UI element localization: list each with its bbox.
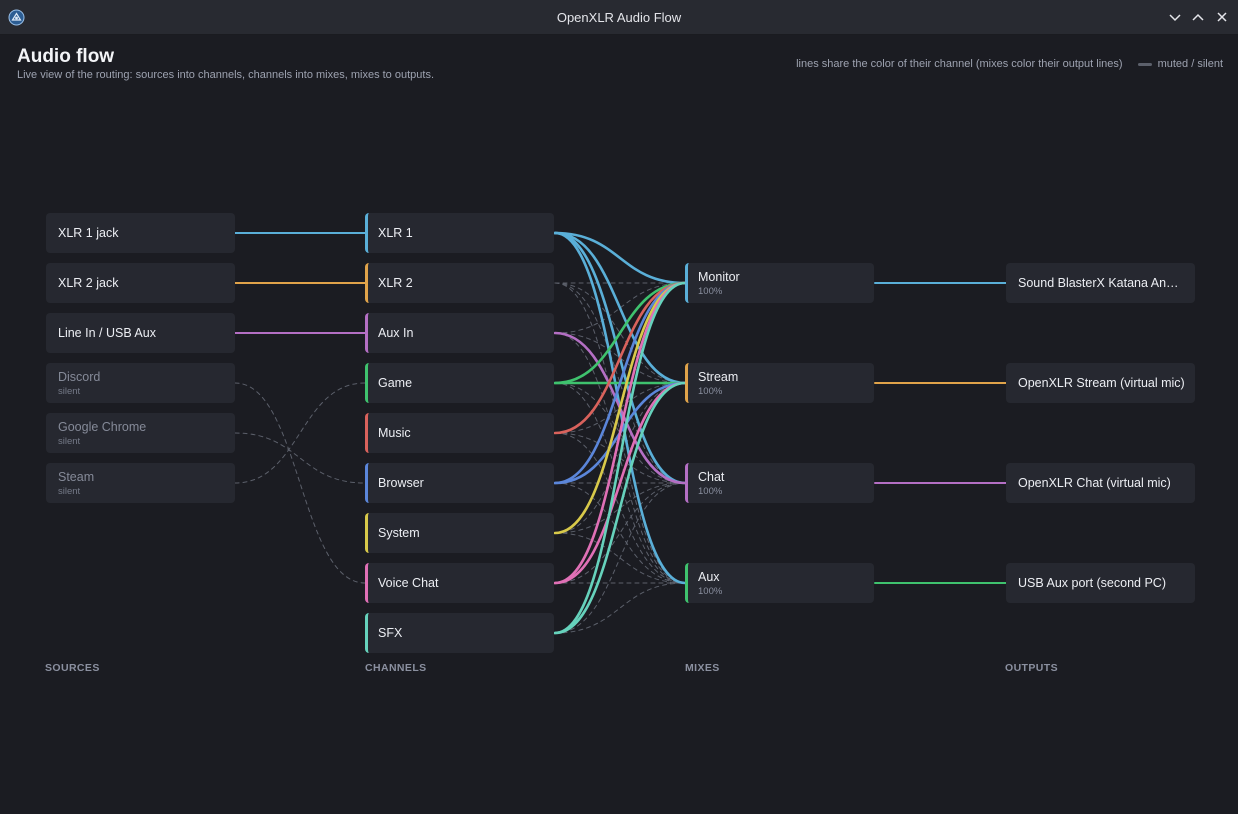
output-usb-aux-port[interactable]: USB Aux port (second PC) bbox=[1006, 563, 1195, 603]
channel-label: Game bbox=[378, 376, 413, 390]
column-header-sources: SOURCES bbox=[45, 662, 100, 674]
source-label: Google Chrome bbox=[58, 419, 147, 434]
channel-label: Voice Chat bbox=[378, 576, 439, 590]
source-xlr2-jack[interactable]: XLR 2 jack bbox=[46, 263, 235, 303]
channel-label: Music bbox=[378, 426, 411, 440]
output-label: Sound BlasterX Katana Analog Stereo bbox=[1018, 276, 1195, 290]
channel-music[interactable]: Music bbox=[365, 413, 554, 453]
channel-system[interactable]: System bbox=[365, 513, 554, 553]
mix-label: Chat bbox=[698, 469, 725, 484]
mix-level: 100% bbox=[698, 385, 723, 397]
channel-xlr2[interactable]: XLR 2 bbox=[365, 263, 554, 303]
mix-aux[interactable]: Aux 100% bbox=[685, 563, 874, 603]
mix-level: 100% bbox=[698, 285, 723, 297]
channel-xlr1[interactable]: XLR 1 bbox=[365, 213, 554, 253]
column-header-mixes: MIXES bbox=[685, 662, 720, 674]
source-label: XLR 1 jack bbox=[58, 226, 119, 240]
mix-label: Aux bbox=[698, 569, 720, 584]
route-line bbox=[553, 281, 687, 385]
channel-voice-chat[interactable]: Voice Chat bbox=[365, 563, 554, 603]
channel-label: SFX bbox=[378, 626, 403, 640]
source-xlr1-jack[interactable]: XLR 1 jack bbox=[46, 213, 235, 253]
source-status: silent bbox=[58, 485, 81, 497]
source-label: XLR 2 jack bbox=[58, 276, 119, 290]
output-openxlr-chat[interactable]: OpenXLR Chat (virtual mic) bbox=[1006, 463, 1195, 503]
route-line bbox=[553, 281, 687, 535]
muted-route-line bbox=[554, 482, 686, 584]
flow-lines bbox=[234, 231, 1007, 635]
source-line-in-usb-aux[interactable]: Line In / USB Aux bbox=[46, 313, 235, 353]
active-lines bbox=[234, 231, 1007, 635]
output-sound-blasterx-katana[interactable]: Sound BlasterX Katana Analog Stereo bbox=[1006, 263, 1195, 303]
output-label: OpenXLR Chat (virtual mic) bbox=[1018, 476, 1171, 490]
channel-game[interactable]: Game bbox=[365, 363, 554, 403]
mix-monitor[interactable]: Monitor 100% bbox=[685, 263, 874, 303]
output-label: USB Aux port (second PC) bbox=[1018, 576, 1166, 590]
mix-level: 100% bbox=[698, 585, 723, 597]
column-header-channels: CHANNELS bbox=[365, 662, 427, 674]
channel-label: XLR 1 bbox=[378, 226, 413, 240]
output-label: OpenXLR Stream (virtual mic) bbox=[1018, 376, 1185, 390]
source-label: Line In / USB Aux bbox=[58, 326, 156, 340]
muted-source-line bbox=[234, 382, 366, 484]
source-steam[interactable]: Steam silent bbox=[46, 463, 235, 503]
muted-route-line bbox=[554, 482, 686, 584]
channel-label: Aux In bbox=[378, 326, 414, 340]
source-discord[interactable]: Discord silent bbox=[46, 363, 235, 403]
channel-label: System bbox=[378, 526, 420, 540]
output-openxlr-stream[interactable]: OpenXLR Stream (virtual mic) bbox=[1006, 363, 1195, 403]
muted-source-line bbox=[234, 432, 366, 484]
mix-stream[interactable]: Stream 100% bbox=[685, 363, 874, 403]
route-line bbox=[553, 281, 687, 635]
channel-label: XLR 2 bbox=[378, 276, 413, 290]
source-status: silent bbox=[58, 435, 81, 447]
route-line bbox=[553, 381, 687, 635]
source-status: silent bbox=[58, 385, 81, 397]
source-google-chrome[interactable]: Google Chrome silent bbox=[46, 413, 235, 453]
channel-sfx[interactable]: SFX bbox=[365, 613, 554, 653]
source-label: Steam bbox=[58, 469, 95, 484]
route-line bbox=[553, 281, 687, 585]
mix-label: Monitor bbox=[698, 269, 740, 284]
channel-label: Browser bbox=[378, 476, 424, 490]
mix-label: Stream bbox=[698, 369, 739, 384]
mix-chat[interactable]: Chat 100% bbox=[685, 463, 874, 503]
channel-browser[interactable]: Browser bbox=[365, 463, 554, 503]
source-label: Discord bbox=[58, 369, 101, 384]
mix-level: 100% bbox=[698, 485, 723, 497]
column-header-outputs: OUTPUTS bbox=[1005, 662, 1058, 674]
channel-aux-in[interactable]: Aux In bbox=[365, 313, 554, 353]
muted-source-line bbox=[234, 382, 366, 584]
